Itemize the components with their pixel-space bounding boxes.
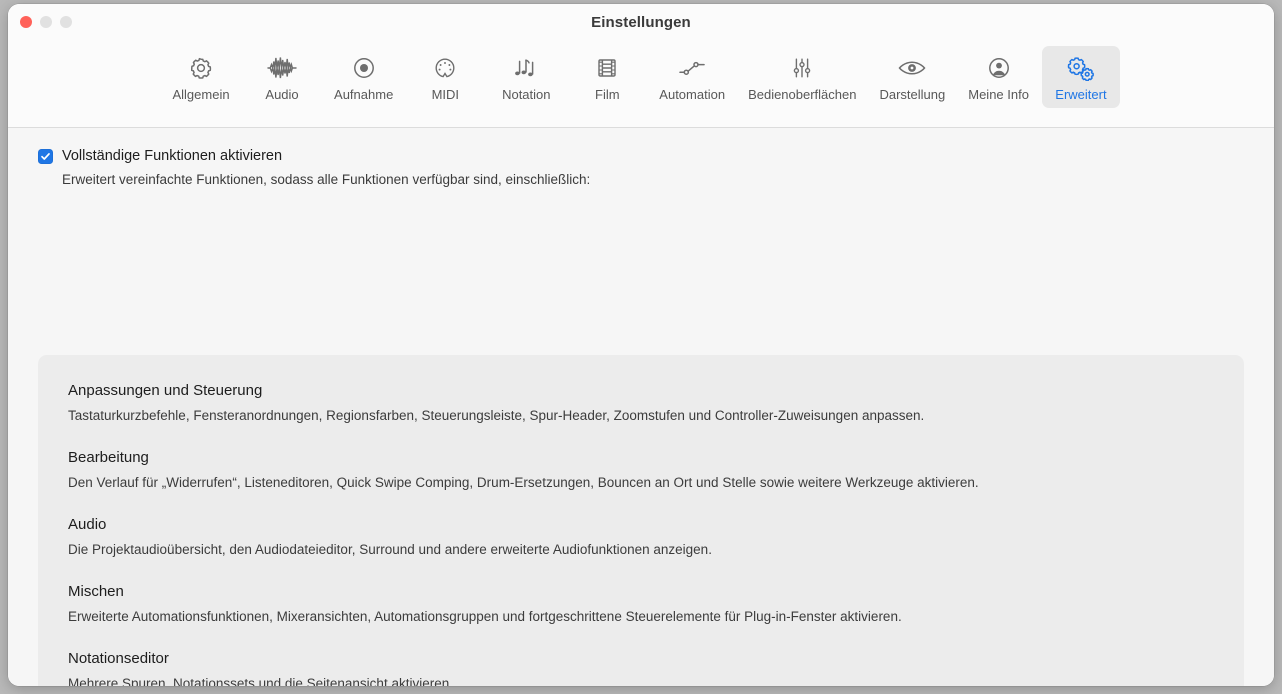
feature-section-description: Tastaturkurzbefehle, Fensteranordnungen,… [68, 408, 925, 423]
feature-section-description: Den Verlauf für „Widerrufen“, Listenedit… [68, 475, 979, 490]
enable-complete-features-label: Vollständige Funktionen aktivieren [62, 148, 283, 164]
toolbar-item-label: Aufnahme [334, 87, 394, 102]
feature-section-title: Mischen [68, 583, 124, 600]
feature-section-title: Audio [68, 516, 107, 533]
automation-node-icon [677, 53, 707, 83]
toolbar-item-darstellung[interactable]: Darstellung [869, 46, 955, 108]
enable-complete-features-checkbox[interactable] [38, 149, 53, 164]
two-gears-icon [1066, 53, 1096, 83]
toolbar-item-label: Automation [659, 87, 726, 102]
eye-icon [897, 53, 927, 83]
feature-section: Notationseditor Mehrere Spuren, Notation… [68, 649, 1214, 686]
toolbar-item-erweitert[interactable]: Erweitert [1041, 46, 1120, 108]
checkmark-icon [41, 153, 50, 160]
waveform-icon [267, 53, 297, 83]
toolbar-item-label: Notation [502, 87, 551, 102]
toolbar-item-automation[interactable]: Automation [649, 46, 735, 108]
feature-section: Audio Die Projektaudioübersicht, den Aud… [68, 515, 1214, 559]
features-panel: Anpassungen und Steuerung Tastaturkurzbe… [38, 355, 1244, 686]
toolbar-item-midi[interactable]: MIDI [406, 46, 484, 108]
toolbar-item-bedienoberflaechen[interactable]: Bedienoberflächen [738, 46, 866, 108]
toolbar-item-label: Film [595, 87, 620, 102]
toolbar-item-label: Meine Info [968, 87, 1029, 102]
film-strip-icon [594, 53, 620, 83]
sliders-icon [789, 53, 815, 83]
toolbar-item-label: Allgemein [172, 87, 230, 102]
record-icon [351, 53, 377, 83]
advanced-pane: Vollständige Funktionen aktivieren Erwei… [8, 128, 1274, 686]
feature-section-description: Die Projektaudioübersicht, den Audiodate… [68, 542, 712, 557]
preferences-toolbar: Allgemein Audio Aufnahme MIDI Notation F… [8, 44, 1274, 128]
feature-section: Mischen Erweiterte Automationsfunktionen… [68, 582, 1214, 626]
window-title: Einstellungen [591, 14, 691, 31]
enable-complete-features-description: Erweitert vereinfachte Funktionen, sodas… [62, 172, 591, 187]
midi-connector-icon [432, 53, 458, 83]
title-bar: Einstellungen [8, 4, 1274, 44]
toolbar-item-allgemein[interactable]: Allgemein [162, 46, 240, 108]
person-icon [986, 53, 1012, 83]
toolbar-item-label: Darstellung [879, 87, 946, 102]
feature-section-description: Erweiterte Automationsfunktionen, Mixera… [68, 609, 902, 624]
feature-section-description: Mehrere Spuren, Notationssets und die Se… [68, 676, 453, 686]
feature-section: Bearbeitung Den Verlauf für „Widerrufen“… [68, 448, 1214, 492]
feature-section-title: Notationseditor [68, 650, 169, 667]
toolbar-item-label: Bedienoberflächen [748, 87, 857, 102]
feature-section-title: Bearbeitung [68, 449, 149, 466]
toolbar-item-notation[interactable]: Notation [487, 46, 565, 108]
toolbar-item-film[interactable]: Film [568, 46, 646, 108]
toolbar-item-meine-info[interactable]: Meine Info [958, 46, 1039, 108]
toolbar-item-aufnahme[interactable]: Aufnahme [324, 46, 403, 108]
toolbar-item-label: Erweitert [1055, 87, 1107, 102]
music-notes-icon [511, 53, 541, 83]
toolbar-item-audio[interactable]: Audio [243, 46, 321, 108]
feature-section: Anpassungen und Steuerung Tastaturkurzbe… [68, 381, 1214, 425]
toolbar-item-label: Audio [265, 87, 299, 102]
toolbar-item-label: MIDI [431, 87, 460, 102]
preferences-window: Einstellungen Allgemein Audio Aufnahme M… [8, 4, 1274, 686]
enable-complete-features-row: Vollständige Funktionen aktivieren Erwei… [8, 128, 1274, 189]
gear-icon [188, 53, 214, 83]
feature-section-title: Anpassungen und Steuerung [68, 382, 263, 399]
